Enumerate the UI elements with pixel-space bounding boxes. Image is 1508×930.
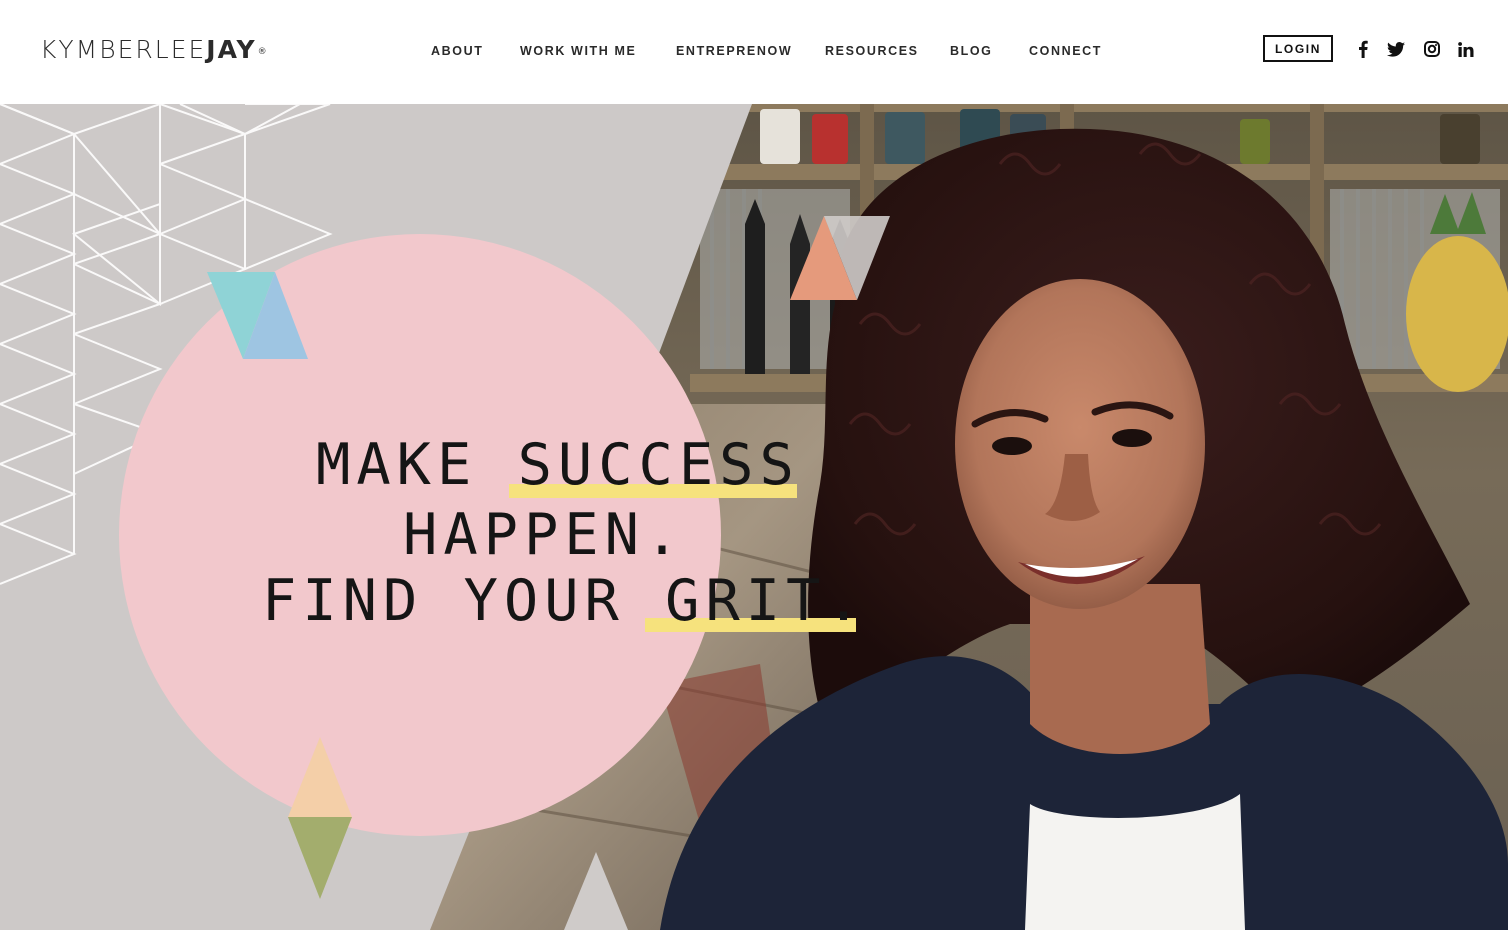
hero-section: MAKE SUCCESS HAPPEN. FIND YOUR GRIT. bbox=[0, 104, 1508, 930]
nav-resources[interactable]: RESOURCES bbox=[825, 43, 919, 59]
nav-work-with-me[interactable]: WORK WITH ME bbox=[520, 43, 636, 59]
highlight-grit bbox=[645, 618, 856, 632]
instagram-icon[interactable] bbox=[1421, 38, 1443, 60]
nav-entreprenow[interactable]: ENTREPRENOW bbox=[676, 43, 792, 59]
highlight-success bbox=[509, 484, 797, 498]
logo-trademark: ® bbox=[257, 47, 269, 57]
logo-text-last: JAY bbox=[206, 35, 257, 64]
login-button[interactable]: LOGIN bbox=[1263, 35, 1333, 62]
site-header: KYMBERLEEJAY® ABOUT WORK WITH ME ENTREPR… bbox=[0, 0, 1508, 104]
logo-text-first: KYMBERLEE bbox=[40, 35, 207, 64]
site-logo[interactable]: KYMBERLEEJAY® bbox=[40, 34, 269, 66]
decorative-triangles bbox=[207, 216, 890, 930]
facebook-icon[interactable] bbox=[1352, 38, 1374, 60]
twitter-icon[interactable] bbox=[1385, 38, 1407, 60]
nav-blog[interactable]: BLOG bbox=[950, 43, 993, 59]
nav-about[interactable]: ABOUT bbox=[431, 43, 483, 59]
nav-connect[interactable]: CONNECT bbox=[1029, 43, 1102, 59]
linkedin-icon[interactable] bbox=[1455, 38, 1477, 60]
